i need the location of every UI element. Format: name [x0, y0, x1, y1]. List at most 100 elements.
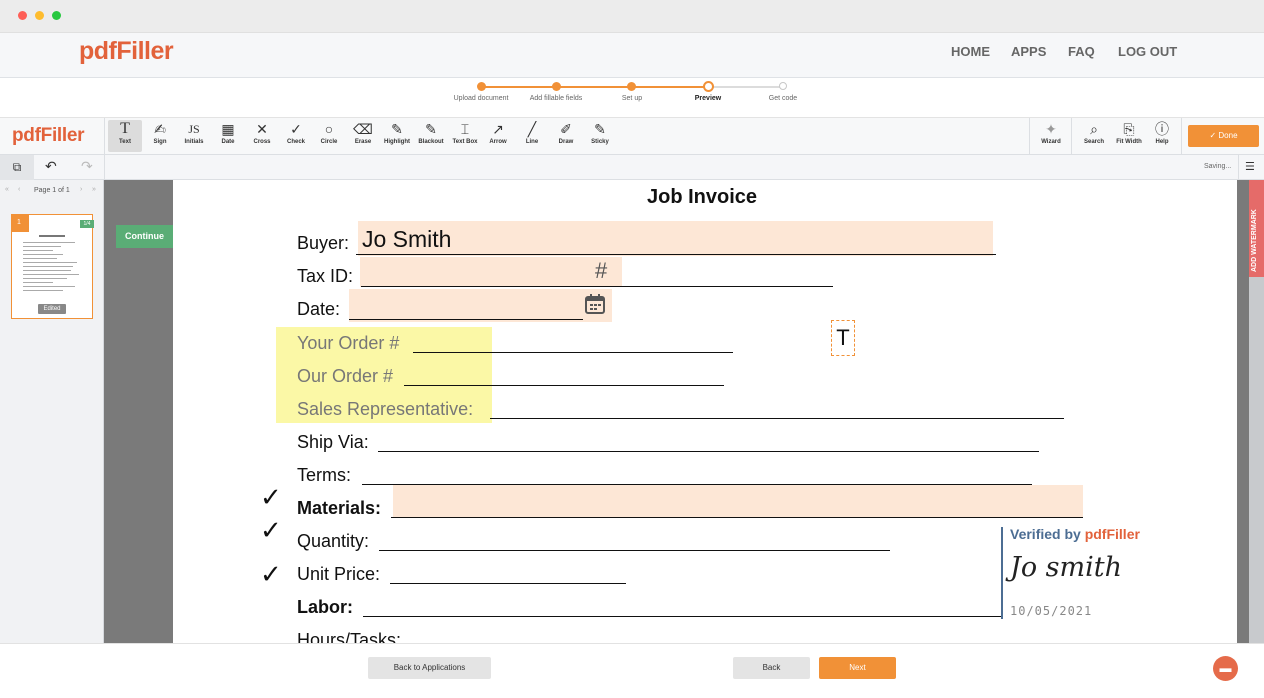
- ship-via-underline: [378, 451, 1039, 452]
- buyer-value[interactable]: Jo Smith: [362, 226, 451, 253]
- tool-line-button[interactable]: ╱ Line: [515, 120, 549, 152]
- unit-price-check-icon: ✓: [260, 559, 282, 589]
- pages-panel-icon[interactable]: ⧉: [0, 155, 34, 180]
- nav-apps-link[interactable]: APPS: [1011, 44, 1046, 59]
- bottom-action-bar: Back to Applications Back Next ▬: [0, 643, 1264, 698]
- materials-field[interactable]: [393, 485, 1083, 518]
- step-label-setup[interactable]: Set up: [622, 95, 642, 102]
- text-tool-icon: T: [120, 120, 130, 137]
- verified-brand: pdfFiller: [1084, 526, 1140, 542]
- redo-icon[interactable]: ↷: [81, 158, 93, 175]
- tool-erase-button[interactable]: ⌫ Erase: [346, 120, 380, 152]
- page-navigator: « ‹ Page 1 of 1 › »: [0, 180, 104, 202]
- taxid-field[interactable]: [360, 257, 622, 287]
- done-button[interactable]: ✓ Done: [1188, 125, 1259, 147]
- toolbar-logo: pdfFiller: [12, 125, 85, 146]
- page-indicator: Page 1 of 1: [34, 187, 70, 194]
- close-window-icon[interactable]: [18, 11, 27, 20]
- cross-icon: ✕: [256, 121, 268, 137]
- add-watermark-tab[interactable]: ADD WATERMARK: [1249, 180, 1264, 277]
- fit-width-button[interactable]: ⎘ Fit Width: [1110, 120, 1148, 152]
- step-label-fields[interactable]: Add fillable fields: [530, 95, 583, 102]
- continue-label: Continue: [125, 231, 164, 241]
- step-dot-fields[interactable]: [552, 82, 561, 91]
- tool-arrow-button[interactable]: ↗ Arrow: [481, 120, 515, 152]
- our-order-label: Our Order #: [297, 366, 394, 386]
- last-page-icon[interactable]: »: [92, 186, 96, 193]
- our-order-underline: [404, 385, 724, 386]
- steps-progress-line: [484, 86, 706, 88]
- step-label-upload[interactable]: Upload document: [454, 95, 509, 102]
- calendar-icon[interactable]: [584, 293, 606, 315]
- step-label-getcode[interactable]: Get code: [769, 95, 797, 102]
- undo-icon[interactable]: ↶: [45, 158, 57, 175]
- search-icon: ⌕: [1090, 121, 1098, 137]
- step-dot-getcode[interactable]: [779, 82, 787, 90]
- tool-blackout-button[interactable]: ✎ Blackout: [414, 120, 448, 152]
- step-dot-upload[interactable]: [477, 82, 486, 91]
- next-button[interactable]: Next: [819, 657, 896, 679]
- toolbar-divider: [1181, 118, 1182, 155]
- tool-highlight-button[interactable]: ✎ Highlight: [380, 120, 414, 152]
- sales-rep-label: Sales Representative:: [297, 399, 474, 419]
- site-logo[interactable]: pdfFiller: [79, 37, 174, 66]
- maximize-window-icon[interactable]: [52, 11, 61, 20]
- terms-label: Terms:: [297, 465, 351, 485]
- date-field[interactable]: [349, 289, 612, 322]
- step-dot-preview[interactable]: [703, 81, 714, 92]
- quantity-label: Quantity:: [297, 531, 370, 551]
- tool-check-button[interactable]: ✓ Check: [279, 120, 313, 152]
- signature: Jo smith: [1010, 552, 1122, 583]
- help-button[interactable]: ⓘ Help: [1145, 120, 1179, 152]
- materials-check-icon: ✓: [260, 482, 282, 512]
- tool-cross-button[interactable]: ✕ Cross: [245, 120, 279, 152]
- steps-remaining-line: [710, 86, 783, 88]
- list-settings-icon[interactable]: ☰: [1245, 160, 1255, 173]
- nav-logout-link[interactable]: LOG OUT: [1118, 44, 1177, 59]
- text-cursor-marker[interactable]: T: [831, 320, 855, 356]
- tool-date-button[interactable]: ▦ Date: [211, 120, 245, 152]
- ship-via-label: Ship Via:: [297, 432, 369, 452]
- labor-underline: [363, 616, 1003, 617]
- buyer-field[interactable]: [358, 221, 993, 256]
- fit-width-icon: ⎘: [1123, 121, 1135, 137]
- nav-faq-link[interactable]: FAQ: [1068, 44, 1095, 59]
- first-page-icon[interactable]: «: [5, 186, 9, 193]
- tool-initials-button[interactable]: JS Initials: [177, 120, 211, 152]
- tool-textbox-button[interactable]: ⌶ Text Box: [448, 120, 482, 152]
- line-icon: ╱: [527, 121, 537, 137]
- search-button[interactable]: ⌕ Search: [1077, 120, 1111, 152]
- next-page-icon[interactable]: ›: [80, 186, 82, 193]
- number-icon: #: [595, 258, 608, 283]
- tool-sign-button[interactable]: ✍ Sign: [143, 120, 177, 152]
- wizard-button[interactable]: ✦ Wizard: [1034, 120, 1068, 152]
- toolbar-divider: [1071, 118, 1072, 155]
- blackout-icon: ✎: [425, 121, 437, 137]
- chat-icon[interactable]: ▬: [1213, 656, 1238, 681]
- textbox-icon: ⌶: [460, 121, 470, 137]
- step-label-preview[interactable]: Preview: [695, 95, 721, 102]
- signature-date: 10/05/2021: [1010, 604, 1093, 618]
- nav-home-link[interactable]: HOME: [951, 44, 990, 59]
- initials-icon: JS: [188, 122, 200, 136]
- page-thumbnail[interactable]: 1 1/4 Edited: [11, 214, 94, 319]
- back-button[interactable]: Back: [733, 657, 810, 679]
- unit-price-underline: [390, 583, 626, 584]
- tool-circle-button[interactable]: ○ Circle: [312, 120, 346, 152]
- quantity-check-icon: ✓: [260, 515, 282, 545]
- buyer-label: Buyer:: [297, 233, 350, 253]
- back-to-applications-button[interactable]: Back to Applications: [368, 657, 491, 679]
- progress-steps: Upload document Add fillable fields Set …: [0, 78, 1264, 118]
- tool-draw-button[interactable]: ✐ Draw: [549, 120, 583, 152]
- materials-underline: [391, 517, 1083, 518]
- verified-bar: [1001, 527, 1003, 619]
- tool-sticky-button[interactable]: ✎ Sticky: [583, 120, 617, 152]
- prev-page-icon[interactable]: ‹: [18, 186, 20, 193]
- tool-text-button[interactable]: T Text: [108, 120, 142, 152]
- step-dot-setup[interactable]: [627, 82, 636, 91]
- arrow-icon: ↗: [492, 121, 504, 137]
- minimize-window-icon[interactable]: [35, 11, 44, 20]
- saving-status: Saving...: [1204, 163, 1232, 170]
- eraser-icon: ⌫: [353, 121, 373, 137]
- quantity-underline: [379, 550, 890, 551]
